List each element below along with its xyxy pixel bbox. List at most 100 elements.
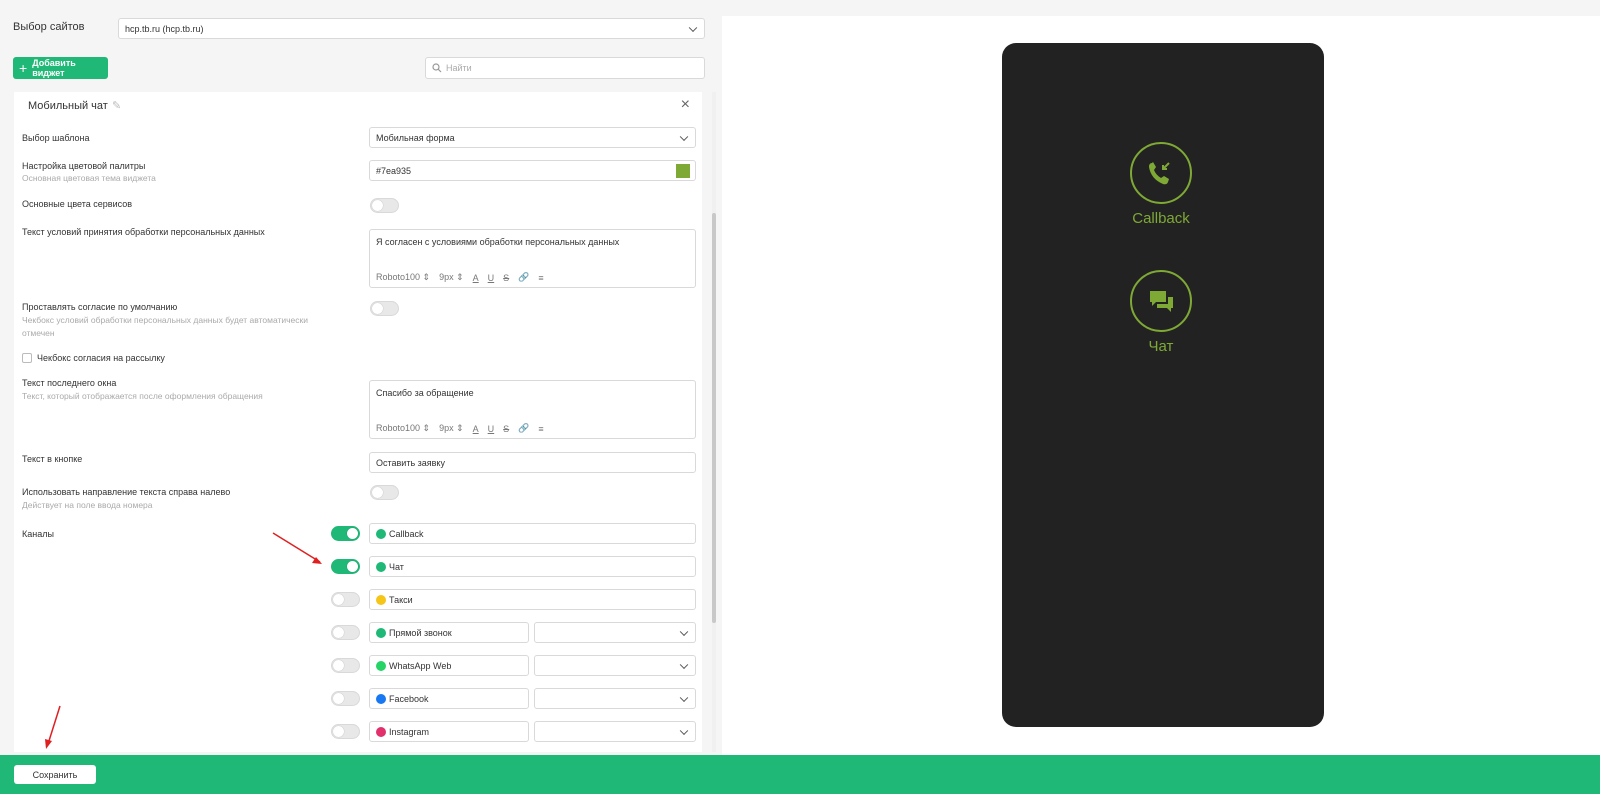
strikethrough-icon[interactable]: S (503, 273, 509, 283)
align-icon[interactable]: ≡ (538, 273, 543, 283)
site-select-value: hcp.tb.ru (hcp.tb.ru) (125, 23, 204, 34)
button-text-input[interactable]: Оставить заявку (369, 452, 696, 473)
channel-field[interactable]: Такси (369, 589, 696, 610)
palette-label: Настройка цветовой палитры (22, 161, 146, 171)
settings-pane: Выбор сайтов hcp.tb.ru (hcp.tb.ru) + Доб… (0, 0, 716, 755)
site-select-label: Выбор сайтов (13, 21, 85, 33)
palette-sublabel: Основная цветовая тема виджета (22, 173, 156, 183)
link-icon[interactable]: 🔗 (518, 423, 529, 434)
color-swatch[interactable] (676, 164, 690, 178)
search-input[interactable]: Найти (425, 57, 705, 79)
font-select[interactable]: Roboto100 ⇕ (376, 272, 430, 283)
channel-field[interactable]: Чат (369, 556, 696, 577)
palette-color-input[interactable]: #7ea935 (369, 160, 696, 181)
channel-toggle[interactable] (331, 658, 360, 673)
template-label: Выбор шаблона (22, 133, 90, 143)
editor-toolbar: Roboto100 ⇕ 9px ⇕ A U S 🔗 ≡ (376, 272, 544, 283)
facebook-icon (376, 693, 386, 704)
close-icon[interactable]: × (681, 96, 690, 114)
taxi-icon (376, 594, 386, 605)
search-placeholder: Найти (446, 63, 472, 73)
callback-icon (376, 528, 386, 539)
preview-chat-label: Чат (1148, 338, 1174, 355)
palette-color-value: #7ea935 (376, 165, 412, 176)
channel-name: Callback (389, 528, 424, 539)
rtl-toggle[interactable] (370, 485, 399, 500)
channel-field[interactable]: Instagram (369, 721, 529, 742)
edit-pencil-icon[interactable]: ✎ (112, 99, 121, 112)
whatsapp-icon (376, 660, 386, 671)
add-widget-label: Добавить виджет (32, 58, 76, 78)
chat-icon (376, 561, 386, 572)
consent-default-label: Проставлять согласие по умолчанию (22, 302, 178, 312)
channel-option-select[interactable] (534, 622, 696, 643)
chevron-down-icon (679, 627, 689, 636)
channel-option-select[interactable] (534, 721, 696, 742)
align-icon[interactable]: ≡ (538, 424, 543, 434)
font-value: Roboto100 (376, 423, 421, 433)
scrollbar-thumb[interactable] (712, 213, 716, 623)
channel-name: Чат (389, 561, 404, 572)
text-color-icon[interactable]: A (473, 424, 479, 434)
last-window-label: Текст последнего окна (22, 378, 117, 388)
last-window-editor[interactable]: Спасибо за обращение Roboto100 ⇕ 9px ⇕ A… (369, 380, 696, 439)
last-window-sublabel: Текст, который отображается после оформл… (22, 391, 263, 401)
red-arrow-annotation (272, 532, 322, 564)
channel-toggle[interactable] (331, 625, 360, 640)
add-widget-button[interactable]: + Добавить виджет (13, 57, 108, 79)
chevron-down-icon (688, 23, 698, 32)
channel-name: Facebook (389, 693, 429, 704)
channel-toggle[interactable] (331, 691, 360, 706)
underline-icon[interactable]: U (488, 424, 495, 434)
consent-default-toggle[interactable] (370, 301, 399, 316)
newsletter-checkbox[interactable] (22, 353, 32, 363)
channel-name: Такси (389, 594, 413, 605)
chat-bubbles-icon (1150, 291, 1173, 312)
channel-name: WhatsApp Web (389, 660, 452, 671)
template-select[interactable]: Мобильная форма (369, 127, 696, 148)
font-select[interactable]: Roboto100 ⇕ (376, 423, 430, 434)
link-icon[interactable]: 🔗 (518, 272, 529, 283)
consent-text-value: Я согласен с условиями обработки персона… (376, 237, 620, 247)
footer-bar (0, 755, 1600, 794)
search-icon (432, 63, 442, 73)
channel-toggle[interactable] (331, 724, 360, 739)
widget-panel: Мобильный чат ✎ × Выбор шаблона Мобильна… (14, 92, 702, 752)
underline-icon[interactable]: U (488, 273, 495, 283)
channel-field[interactable]: WhatsApp Web (369, 655, 529, 676)
template-value: Мобильная форма (376, 132, 455, 143)
size-select[interactable]: 9px ⇕ (439, 272, 464, 283)
channel-name: Прямой звонок (389, 627, 452, 638)
plus-icon: + (19, 60, 28, 76)
channel-field[interactable]: Callback (369, 523, 696, 544)
font-value: Roboto100 (376, 272, 421, 282)
text-color-icon[interactable]: A (473, 273, 479, 283)
service-colors-toggle[interactable] (370, 198, 399, 213)
channel-toggle[interactable] (331, 592, 360, 607)
consent-text-editor[interactable]: Я согласен с условиями обработки персона… (369, 229, 696, 288)
chevron-down-icon (679, 660, 689, 669)
preview-chat-button[interactable] (1130, 270, 1192, 332)
preview-callback-button[interactable] (1130, 142, 1192, 204)
red-arrow-annotation (45, 705, 61, 749)
channel-option-select[interactable] (534, 655, 696, 676)
channel-field[interactable]: Прямой звонок (369, 622, 529, 643)
channels-label: Каналы (22, 529, 54, 539)
widget-title: Мобильный чат (28, 100, 108, 112)
editor-toolbar: Roboto100 ⇕ 9px ⇕ A U S 🔗 ≡ (376, 423, 544, 434)
channel-option-select[interactable] (534, 688, 696, 709)
rtl-sublabel: Действует на поле ввода номера (22, 500, 153, 510)
channel-toggle[interactable] (331, 559, 360, 574)
consent-default-sublabel: Чекбокс условий обработки персональных д… (22, 315, 308, 338)
instagram-icon (376, 726, 386, 737)
last-window-value: Спасибо за обращение (376, 388, 474, 398)
save-button[interactable]: Сохранить (14, 765, 96, 784)
channel-toggle[interactable] (331, 526, 360, 541)
size-select[interactable]: 9px ⇕ (439, 423, 464, 434)
chevron-down-icon (679, 726, 689, 735)
strikethrough-icon[interactable]: S (503, 424, 509, 434)
site-select[interactable]: hcp.tb.ru (hcp.tb.ru) (118, 18, 705, 39)
chevron-down-icon (679, 693, 689, 702)
channel-field[interactable]: Facebook (369, 688, 529, 709)
channel-name: Instagram (389, 726, 430, 737)
